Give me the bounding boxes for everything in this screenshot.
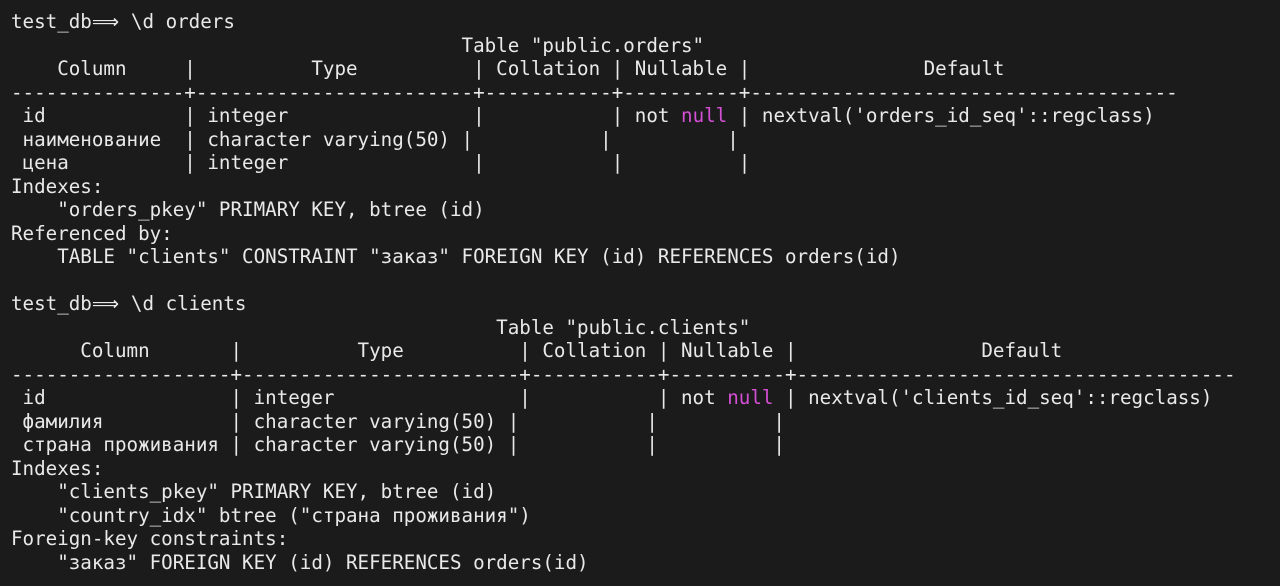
table-row: цена | integer | | |	[11, 151, 751, 174]
table-separator-orders: ---------------+------------------------…	[11, 80, 1178, 104]
table-row: id | integer | | not null | nextval('cli…	[11, 386, 1280, 410]
table-row: фамилия | character varying(50) | | |	[11, 409, 785, 433]
table-separator-clients: -------------------+--------------------…	[11, 362, 1236, 386]
null-keyword: null	[681, 104, 728, 127]
table-title-clients: Table "public.clients"	[11, 315, 751, 339]
table-title-orders: Table "public.orders"	[11, 33, 705, 57]
null-keyword: null	[727, 386, 774, 409]
indexes-heading: Indexes:	[11, 456, 104, 480]
prompt-line-clients: test_db⟹ \d clients	[11, 292, 247, 315]
table-row: страна проживания | character varying(50…	[11, 433, 785, 456]
table-row: наименование | character varying(50) | |…	[11, 127, 739, 151]
index-line: "country_idx" btree ("страна проживания"…	[11, 503, 531, 527]
row-text: id | integer | | not	[11, 104, 682, 127]
row-text: id | integer | | not	[11, 386, 728, 409]
row-text: | nextval('orders_id_seq'::regclass)	[727, 104, 1155, 127]
row-text: | nextval('clients_id_seq'::regclass)	[773, 386, 1213, 409]
terminal-output[interactable]: test_db⟹ \d orders Table "public.orders"…	[0, 0, 1280, 586]
referenced-by-heading: Referenced by:	[11, 221, 173, 245]
foreign-key-line: "заказ" FOREIGN KEY (id) REFERENCES orde…	[11, 550, 589, 574]
table-row: id | integer | | not null | nextval('ord…	[11, 104, 1280, 128]
reference-line: TABLE "clients" CONSTRAINT "заказ" FOREI…	[11, 245, 901, 268]
indexes-heading: Indexes:	[11, 174, 104, 198]
foreign-key-heading: Foreign-key constraints:	[11, 527, 289, 550]
prompt-line-orders: test_db⟹ \d orders	[11, 10, 235, 33]
index-line: "orders_pkey" PRIMARY KEY, btree (id)	[11, 198, 485, 221]
index-line: "clients_pkey" PRIMARY KEY, btree (id)	[11, 480, 497, 503]
table-header-clients: Column | Type | Collation | Nullable | D…	[11, 339, 1063, 362]
table-header-orders: Column | Type | Collation | Nullable | D…	[11, 57, 1005, 80]
